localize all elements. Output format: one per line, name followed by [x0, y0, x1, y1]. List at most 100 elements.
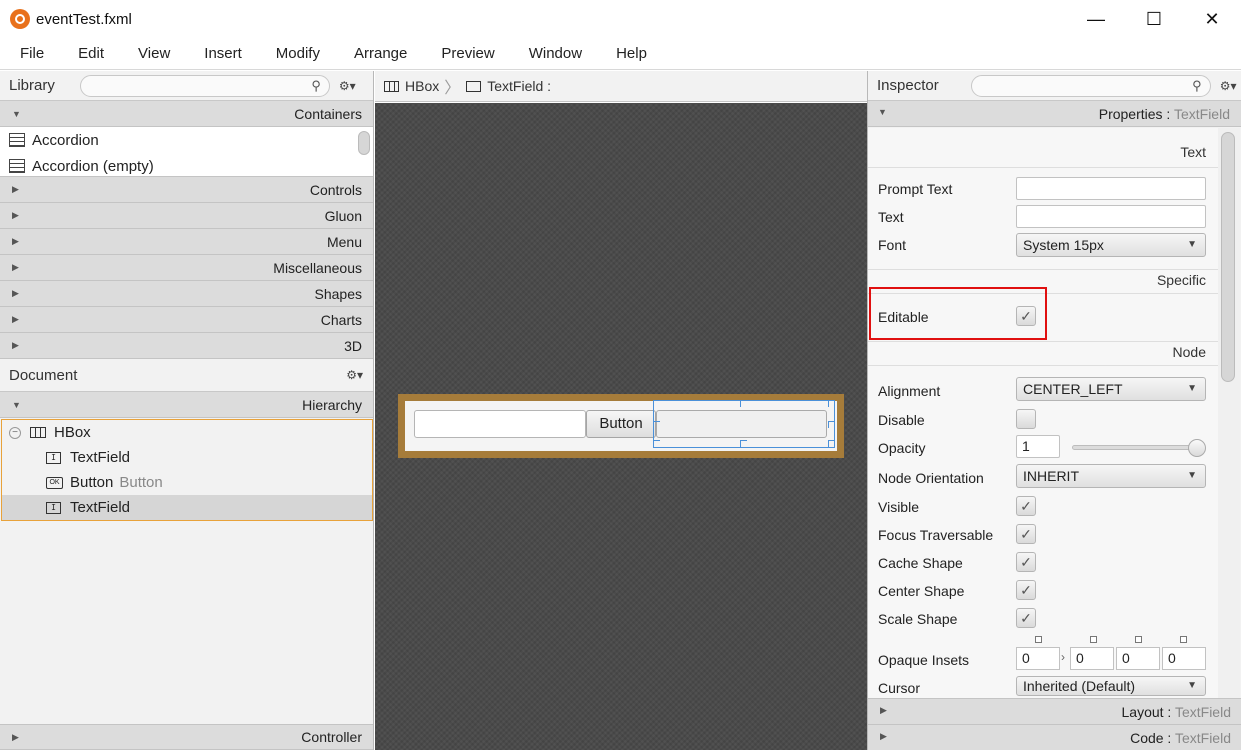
opacity-slider-track[interactable] [1072, 445, 1200, 450]
inspector-search-input[interactable]: ⚲ [970, 74, 1211, 97]
inset-left-icon [1180, 636, 1187, 643]
cursor-label: Cursor [878, 680, 921, 696]
opaque-inset-top-field[interactable]: 0 [1016, 647, 1060, 670]
editable-label: Editable [878, 309, 929, 325]
library-scrollbar[interactable] [358, 131, 370, 155]
library-search-input[interactable]: ⚲ [79, 74, 330, 97]
section-menu[interactable]: ▶ Menu [0, 229, 373, 255]
tree-item-button[interactable]: OK Button Button [2, 470, 372, 495]
section-controller[interactable]: ▶ Controller [0, 724, 373, 750]
editable-checkbox[interactable]: ✓ [1016, 306, 1036, 326]
title-bar: eventTest.fxml — ☐ ✕ [0, 0, 1241, 38]
triangle-down-icon: ▼ [878, 107, 887, 117]
visible-checkbox[interactable]: ✓ [1016, 496, 1036, 516]
divider [868, 167, 1218, 168]
scrollbar-thumb[interactable] [1221, 132, 1235, 382]
menu-modify[interactable]: Modify [276, 45, 334, 62]
tree-item-textfield[interactable]: I TextField [2, 445, 372, 470]
maximize-button[interactable]: ☐ [1125, 0, 1183, 38]
menu-arrange[interactable]: Arrange [354, 45, 421, 62]
font-label: Font [878, 237, 907, 253]
section-miscellaneous[interactable]: ▶ Miscellaneous [0, 255, 373, 281]
hbox-preview[interactable]: Button [398, 394, 844, 458]
minimize-button[interactable]: — [1067, 0, 1125, 38]
menu-preview[interactable]: Preview [441, 45, 508, 62]
library-gear-icon[interactable]: ⚙▾ [339, 79, 356, 93]
section-shapes[interactable]: ▶ Shapes [0, 281, 373, 307]
font-select[interactable]: System 15px ▼ [1016, 233, 1206, 257]
inset-bottom-icon [1135, 636, 1142, 643]
list-item-label: Accordion (empty) [32, 157, 154, 175]
close-button[interactable]: ✕ [1183, 0, 1241, 38]
menu-edit[interactable]: Edit [78, 45, 118, 62]
tree-item-textfield-selected[interactable]: I TextField [2, 495, 372, 520]
section-charts[interactable]: ▶ Charts [0, 307, 373, 333]
section-label: Menu [326, 233, 362, 250]
collapse-icon[interactable]: − [9, 426, 21, 439]
section-label: Controls [309, 181, 362, 198]
menu-insert[interactable]: Insert [204, 45, 256, 62]
menu-help[interactable]: Help [616, 45, 661, 62]
group-header-specific: Specific [1156, 272, 1206, 288]
triangle-down-icon: ▼ [12, 108, 21, 119]
section-properties[interactable]: ▼ Properties : TextField [868, 101, 1241, 127]
alignment-select[interactable]: CENTER_LEFT ▼ [1016, 377, 1206, 401]
inspector-header: Inspector ⚲ ⚙▾ [868, 71, 1241, 101]
resize-handle[interactable] [740, 400, 747, 407]
resize-handle[interactable] [653, 421, 660, 428]
section-controls[interactable]: ▶ Controls [0, 177, 373, 203]
search-icon: ⚲ [311, 77, 321, 93]
section-code[interactable]: ▶ Code : TextField [868, 724, 1241, 750]
list-item[interactable]: Accordion [0, 127, 373, 153]
cache-shape-checkbox[interactable]: ✓ [1016, 552, 1036, 572]
node-orientation-select[interactable]: INHERIT ▼ [1016, 464, 1206, 488]
section-containers[interactable]: ▼ Containers [0, 101, 373, 127]
menu-view[interactable]: View [138, 45, 184, 62]
cursor-select[interactable]: Inherited (Default) ▼ [1016, 676, 1206, 696]
inspector-title: Inspector [877, 77, 939, 94]
design-canvas[interactable]: Button [375, 103, 867, 750]
section-gluon[interactable]: ▶ Gluon [0, 203, 373, 229]
opacity-field[interactable]: 1 [1016, 435, 1060, 458]
disable-checkbox[interactable] [1016, 409, 1036, 429]
section-hierarchy[interactable]: ▼ Hierarchy [0, 392, 373, 418]
preview-button[interactable]: Button [586, 410, 656, 438]
section-layout[interactable]: ▶ Layout : TextField [868, 698, 1241, 724]
resize-handle[interactable] [828, 400, 835, 407]
text-field[interactable] [1016, 205, 1206, 228]
resize-handle[interactable] [653, 440, 660, 447]
list-item[interactable]: Accordion (empty) [0, 153, 373, 179]
inspector-gear-icon[interactable]: ⚙▾ [1220, 79, 1237, 93]
resize-handle[interactable] [828, 421, 835, 428]
textfield-icon [466, 80, 482, 92]
tree-item-hbox[interactable]: − HBox [2, 420, 372, 445]
prompt-text-field[interactable] [1016, 177, 1206, 200]
divider [868, 341, 1218, 342]
opaque-inset-left-field[interactable]: 0 [1162, 647, 1206, 670]
breadcrumb-item-textfield[interactable]: TextField : [487, 78, 551, 94]
inspector-scrollbar[interactable] [1218, 128, 1240, 698]
preview-textfield-1[interactable] [414, 410, 586, 438]
tree-item-label: HBox [54, 424, 91, 441]
chevron-down-icon: ▼ [1187, 383, 1197, 394]
scale-shape-checkbox[interactable]: ✓ [1016, 608, 1036, 628]
link-chevron-icon[interactable]: › [1061, 650, 1065, 664]
section-label: Code : TextField [1130, 730, 1231, 746]
resize-handle[interactable] [653, 400, 660, 407]
resize-handle[interactable] [740, 440, 747, 447]
breadcrumb-item-hbox[interactable]: HBox [405, 78, 439, 94]
section-3d[interactable]: ▶ 3D [0, 333, 373, 359]
opaque-inset-bottom-field[interactable]: 0 [1116, 647, 1160, 670]
document-gear-icon[interactable]: ⚙▾ [346, 368, 363, 382]
center-shape-checkbox[interactable]: ✓ [1016, 580, 1036, 600]
node-orientation-label: Node Orientation [878, 470, 984, 486]
focus-traversable-checkbox[interactable]: ✓ [1016, 524, 1036, 544]
left-panel: Library ⚲ ⚙▾ ▼ Containers Accordion Acco… [0, 71, 374, 750]
triangle-right-icon: ▶ [880, 731, 887, 741]
menu-file[interactable]: File [20, 45, 58, 62]
resize-handle[interactable] [828, 440, 835, 447]
triangle-right-icon: ▶ [12, 184, 19, 194]
menu-window[interactable]: Window [529, 45, 596, 62]
opacity-slider-knob[interactable] [1188, 439, 1206, 457]
opaque-inset-right-field[interactable]: 0 [1070, 647, 1114, 670]
